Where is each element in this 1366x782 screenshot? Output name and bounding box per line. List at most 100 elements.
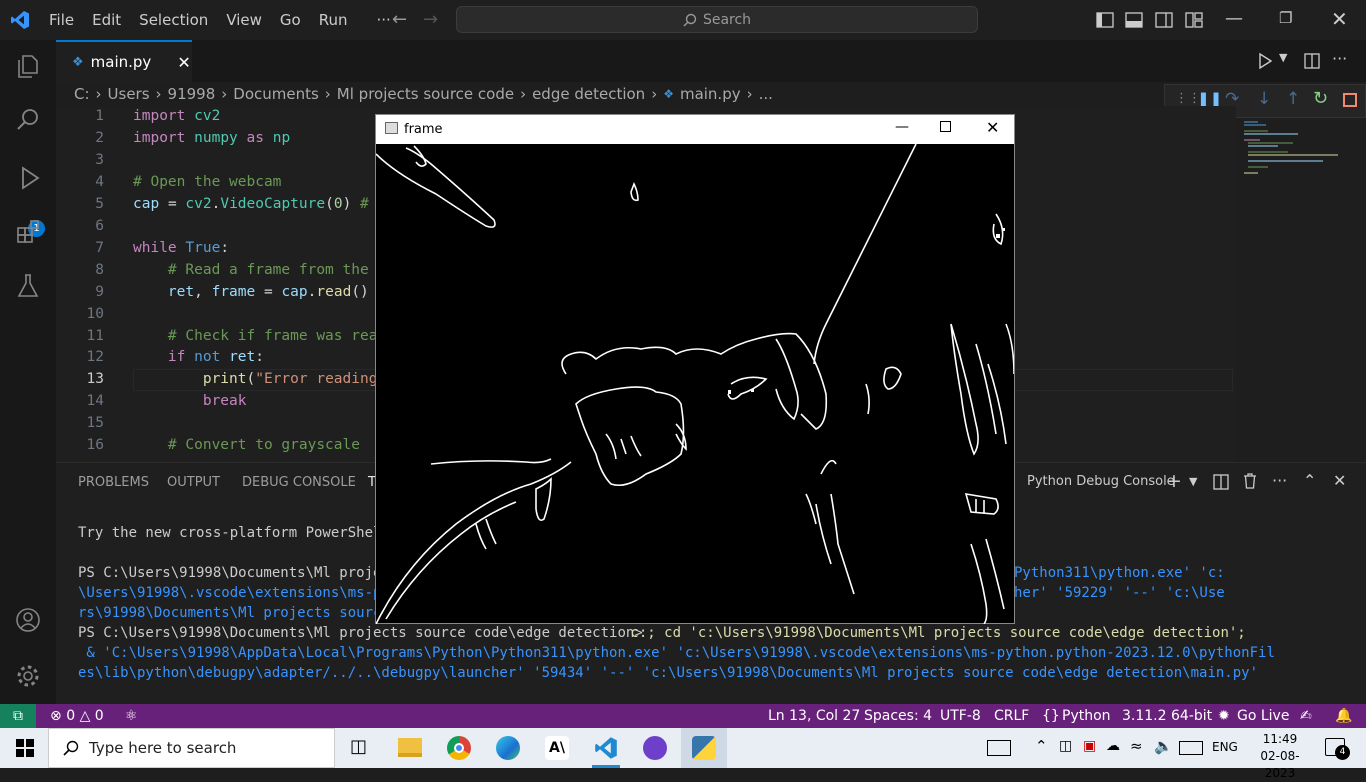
restore-window-icon[interactable]: ❐ bbox=[1279, 9, 1292, 27]
opencv-frame-window[interactable]: frame — ✕ bbox=[375, 114, 1015, 624]
step-out-icon[interactable]: ↑ bbox=[1286, 89, 1300, 109]
maximize-panel-icon[interactable]: ⌃ bbox=[1303, 471, 1316, 490]
file-explorer-icon[interactable] bbox=[398, 738, 422, 757]
line-ending[interactable]: CRLF bbox=[994, 708, 1029, 724]
run-python-file-icon[interactable] bbox=[1256, 52, 1274, 70]
extensions-icon[interactable] bbox=[12, 216, 44, 248]
notifications-bell-icon[interactable]: 🔔 bbox=[1335, 708, 1352, 724]
taskbar-search-placeholder: Type here to search bbox=[89, 739, 237, 757]
menu-run[interactable]: Run bbox=[310, 0, 357, 40]
terminal-line: rs\91998\Documents\Ml projects source bbox=[78, 605, 390, 621]
new-terminal-icon[interactable]: + bbox=[1166, 470, 1182, 492]
remote-indicator-icon[interactable]: ⧉ bbox=[0, 704, 36, 728]
menu-file[interactable]: File bbox=[40, 0, 83, 40]
python-interpreter[interactable]: 3.11.2 64-bit bbox=[1122, 708, 1212, 724]
close-panel-icon[interactable]: ✕ bbox=[1333, 471, 1346, 490]
breadcrumb-item[interactable]: Documents bbox=[233, 85, 319, 103]
debug-status-icon[interactable]: ⚛ bbox=[125, 708, 138, 724]
menu-selection[interactable]: Selection bbox=[130, 0, 217, 40]
menu-edit[interactable]: Edit bbox=[83, 0, 130, 40]
toggle-primary-sidebar-icon[interactable] bbox=[1095, 10, 1115, 30]
menu-go[interactable]: Go bbox=[271, 0, 310, 40]
clock[interactable]: 11:49 02-08-2023 bbox=[1248, 731, 1312, 782]
cursor-position[interactable]: Ln 13, Col 27 bbox=[768, 708, 860, 724]
terminal-line: & 'C:\Users\91998\AppData\Local\Programs… bbox=[78, 645, 1275, 661]
tab-main-py[interactable]: ❖ main.py ✕ bbox=[56, 40, 192, 82]
stop-icon[interactable] bbox=[1343, 93, 1357, 107]
taskbar-search-box[interactable]: Type here to search bbox=[48, 728, 335, 768]
breadcrumb-item[interactable]: main.py bbox=[680, 85, 741, 103]
toggle-secondary-sidebar-icon[interactable] bbox=[1154, 10, 1174, 30]
terminal-line: es\lib\python\debugpy\adapter/../..\debu… bbox=[78, 665, 1259, 681]
python-icon bbox=[692, 736, 716, 760]
toggle-panel-icon[interactable] bbox=[1124, 10, 1144, 30]
ai-app-icon[interactable]: A\ bbox=[545, 736, 569, 760]
kill-terminal-trash-icon[interactable] bbox=[1243, 473, 1257, 489]
error-icon: ⊗ bbox=[50, 708, 62, 724]
tray-cloud-icon[interactable]: ☁ bbox=[1106, 738, 1120, 754]
frame-minimize-icon[interactable]: — bbox=[895, 119, 909, 135]
go-live-button[interactable]: Go Live bbox=[1237, 708, 1289, 724]
volume-icon[interactable]: 🔈 bbox=[1154, 737, 1173, 755]
encoding[interactable]: UTF-8 bbox=[940, 708, 981, 724]
input-language[interactable]: ENG bbox=[1212, 740, 1238, 754]
minimize-window-icon[interactable]: — bbox=[1225, 8, 1243, 29]
wifi-icon[interactable]: ≈ bbox=[1130, 737, 1143, 755]
frame-title-bar[interactable]: frame — ✕ bbox=[376, 115, 1014, 144]
breadcrumb-item[interactable]: Ml projects source code bbox=[337, 85, 514, 103]
menu-view[interactable]: View bbox=[217, 0, 271, 40]
breadcrumb-item[interactable]: Users bbox=[108, 85, 150, 103]
tab-label: main.py bbox=[90, 53, 152, 71]
show-hidden-icons-chevron[interactable]: ⌃ bbox=[1035, 737, 1048, 755]
indentation[interactable]: Spaces: 4 bbox=[864, 708, 932, 724]
step-into-icon[interactable]: ↓ bbox=[1257, 89, 1271, 109]
tab-problems[interactable]: PROBLEMS bbox=[78, 475, 149, 490]
windows-start-icon[interactable] bbox=[16, 739, 34, 757]
meet-now-icon[interactable] bbox=[987, 740, 1011, 756]
split-terminal-icon[interactable] bbox=[1213, 474, 1229, 490]
terminal-name[interactable]: Python Debug Console bbox=[1027, 474, 1175, 489]
feedback-icon[interactable]: ✍ bbox=[1300, 708, 1312, 724]
breadcrumb-item[interactable]: edge detection bbox=[532, 85, 645, 103]
vscode-taskbar-icon[interactable] bbox=[594, 736, 618, 764]
chrome-icon[interactable] bbox=[447, 736, 471, 760]
frame-close-icon[interactable]: ✕ bbox=[986, 118, 999, 137]
run-debug-icon[interactable] bbox=[12, 162, 44, 194]
python-window-taskbar-item[interactable] bbox=[681, 728, 727, 768]
breadcrumb-item[interactable]: 91998 bbox=[168, 85, 216, 103]
language-mode[interactable]: Python bbox=[1062, 708, 1111, 724]
errors-warnings[interactable]: ⊗ 0 △ 0 bbox=[50, 708, 104, 724]
minimap[interactable] bbox=[1238, 120, 1348, 180]
terminal-dropdown-icon[interactable]: ▼ bbox=[1189, 475, 1197, 488]
tab-output[interactable]: OUTPUT bbox=[167, 475, 220, 490]
tab-debug-console[interactable]: DEBUG CONSOLE bbox=[242, 475, 356, 490]
run-dropdown-chevron-icon[interactable]: ▼ bbox=[1279, 51, 1287, 64]
edge-browser-icon[interactable] bbox=[496, 736, 520, 760]
testing-flask-icon[interactable] bbox=[12, 270, 44, 302]
code-line: # Check if frame was rea bbox=[167, 328, 378, 344]
split-editor-icon[interactable] bbox=[1303, 52, 1321, 70]
settings-gear-icon[interactable] bbox=[12, 660, 44, 692]
tray-device-icon[interactable]: ◫ bbox=[1059, 738, 1072, 754]
search-icon[interactable] bbox=[12, 104, 44, 136]
more-actions-icon[interactable]: ··· bbox=[1332, 49, 1347, 68]
panel-more-icon[interactable]: ··· bbox=[1272, 471, 1287, 490]
tray-security-icon[interactable]: ▣ bbox=[1083, 738, 1096, 754]
close-window-icon[interactable]: ✕ bbox=[1331, 7, 1348, 31]
task-view-icon[interactable]: ◫ bbox=[350, 736, 367, 757]
frame-maximize-icon[interactable] bbox=[940, 121, 951, 132]
touch-keyboard-icon[interactable] bbox=[1179, 741, 1203, 755]
command-center-search[interactable]: Search bbox=[456, 6, 978, 33]
explorer-icon[interactable] bbox=[12, 50, 44, 82]
breadcrumb-item[interactable]: C: bbox=[74, 85, 90, 103]
github-desktop-icon[interactable] bbox=[643, 736, 667, 760]
forward-arrow-icon[interactable]: → bbox=[423, 9, 438, 30]
customize-layout-icon[interactable] bbox=[1184, 10, 1204, 30]
accounts-icon[interactable] bbox=[12, 604, 44, 636]
close-tab-icon[interactable]: ✕ bbox=[177, 53, 190, 72]
action-center-icon[interactable]: 4 bbox=[1325, 738, 1350, 760]
code-line: # Open the webcam bbox=[133, 174, 282, 190]
back-arrow-icon[interactable]: ← bbox=[392, 9, 407, 30]
restart-icon[interactable]: ↻ bbox=[1313, 88, 1328, 109]
breadcrumb-item[interactable]: ... bbox=[759, 85, 773, 103]
